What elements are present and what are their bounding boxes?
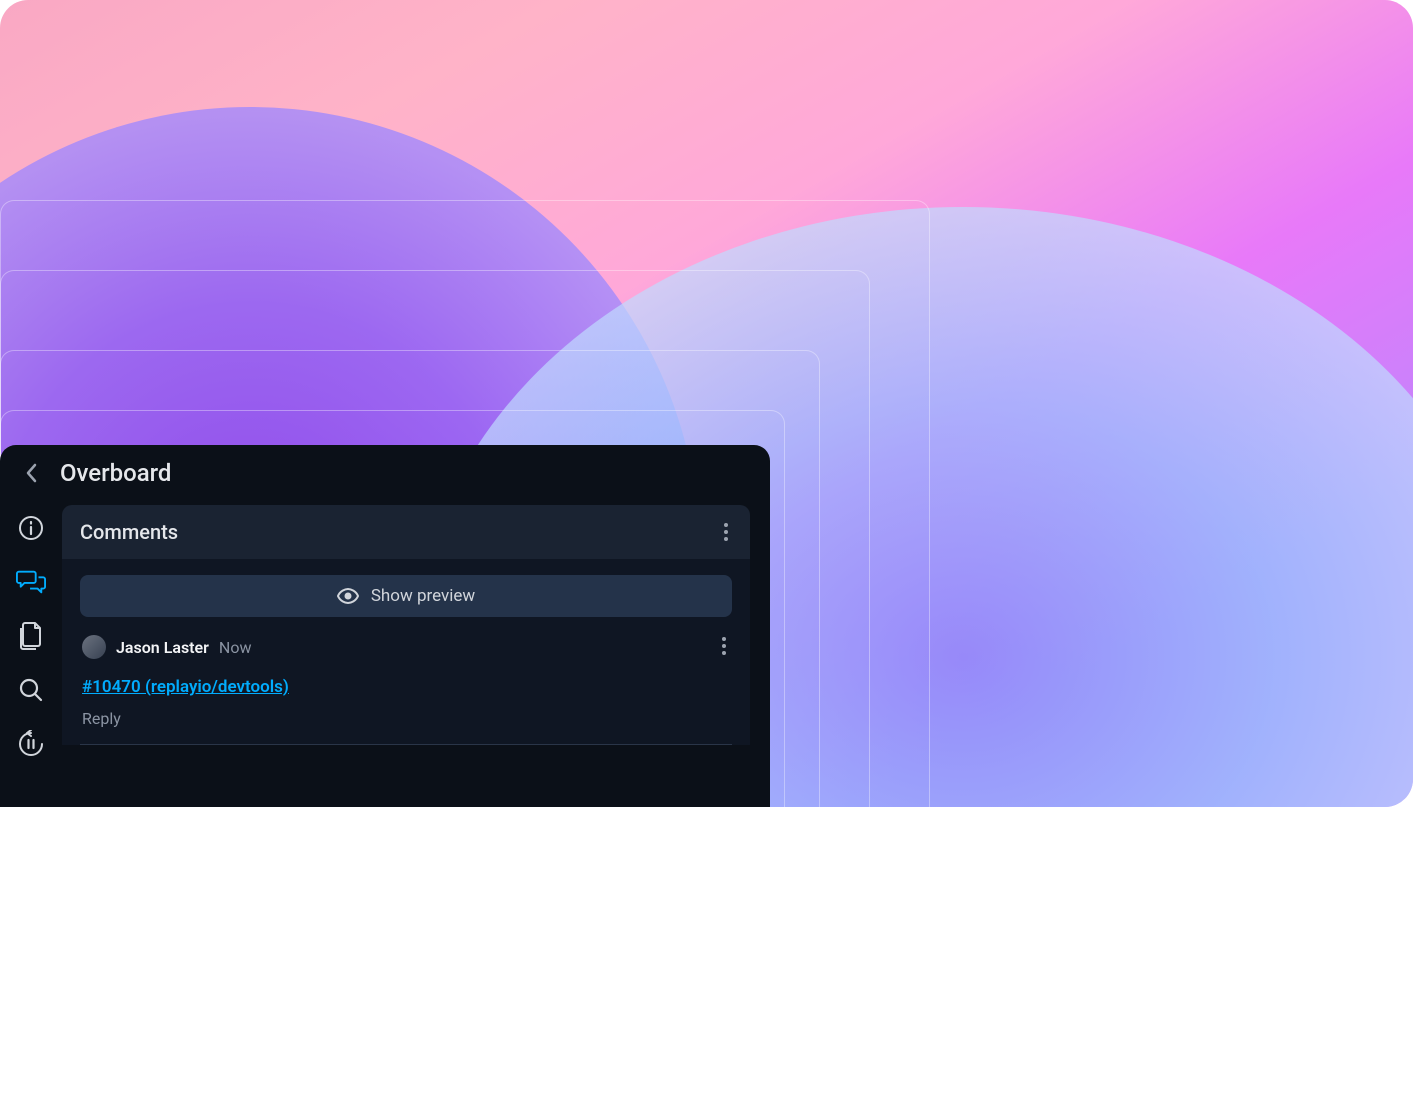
sidebar-item-replay[interactable] bbox=[16, 729, 46, 759]
dot-icon bbox=[722, 637, 726, 641]
back-button[interactable] bbox=[18, 459, 46, 487]
replay-pause-icon bbox=[17, 730, 45, 758]
comments-header-menu-button[interactable] bbox=[720, 519, 732, 545]
comment-author: Jason Laster bbox=[116, 638, 209, 657]
comment-link[interactable]: #10470 (replayio/devtools) bbox=[82, 677, 289, 697]
panel-body: Comments Show preview bbox=[0, 505, 770, 807]
dot-icon bbox=[724, 530, 728, 534]
dot-icon bbox=[724, 537, 728, 541]
sidebar bbox=[0, 505, 62, 807]
comments-section-header: Comments bbox=[62, 505, 750, 559]
panel-title: Overboard bbox=[60, 459, 171, 487]
comment-timestamp: Now bbox=[219, 638, 252, 657]
dot-icon bbox=[722, 651, 726, 655]
panel-header: Overboard bbox=[0, 445, 770, 505]
reply-button[interactable]: Reply bbox=[82, 709, 730, 728]
chevron-left-icon bbox=[25, 462, 39, 484]
show-preview-button[interactable]: Show preview bbox=[80, 575, 732, 617]
comment-menu-button[interactable] bbox=[718, 633, 730, 659]
dot-icon bbox=[722, 644, 726, 648]
comments-icon bbox=[16, 568, 46, 596]
sidebar-item-files[interactable] bbox=[16, 621, 46, 651]
comment-header: Jason Laster Now bbox=[82, 635, 730, 659]
files-icon bbox=[17, 621, 45, 651]
comments-section-title: Comments bbox=[80, 520, 178, 544]
info-icon bbox=[18, 515, 44, 541]
avatar bbox=[82, 635, 106, 659]
comments-panel: Overboard bbox=[0, 445, 770, 807]
main-content: Comments Show preview bbox=[62, 505, 770, 807]
show-preview-label: Show preview bbox=[371, 586, 475, 606]
sidebar-item-comments[interactable] bbox=[16, 567, 46, 597]
sidebar-item-search[interactable] bbox=[16, 675, 46, 705]
dot-icon bbox=[724, 523, 728, 527]
comment-item: Jason Laster Now #10470 (replayio/devtoo… bbox=[80, 617, 732, 745]
comments-body: Show preview Jason Laster Now #10470 (re… bbox=[62, 559, 750, 745]
eye-icon bbox=[337, 588, 359, 604]
sidebar-item-info[interactable] bbox=[16, 513, 46, 543]
search-icon bbox=[18, 677, 44, 703]
